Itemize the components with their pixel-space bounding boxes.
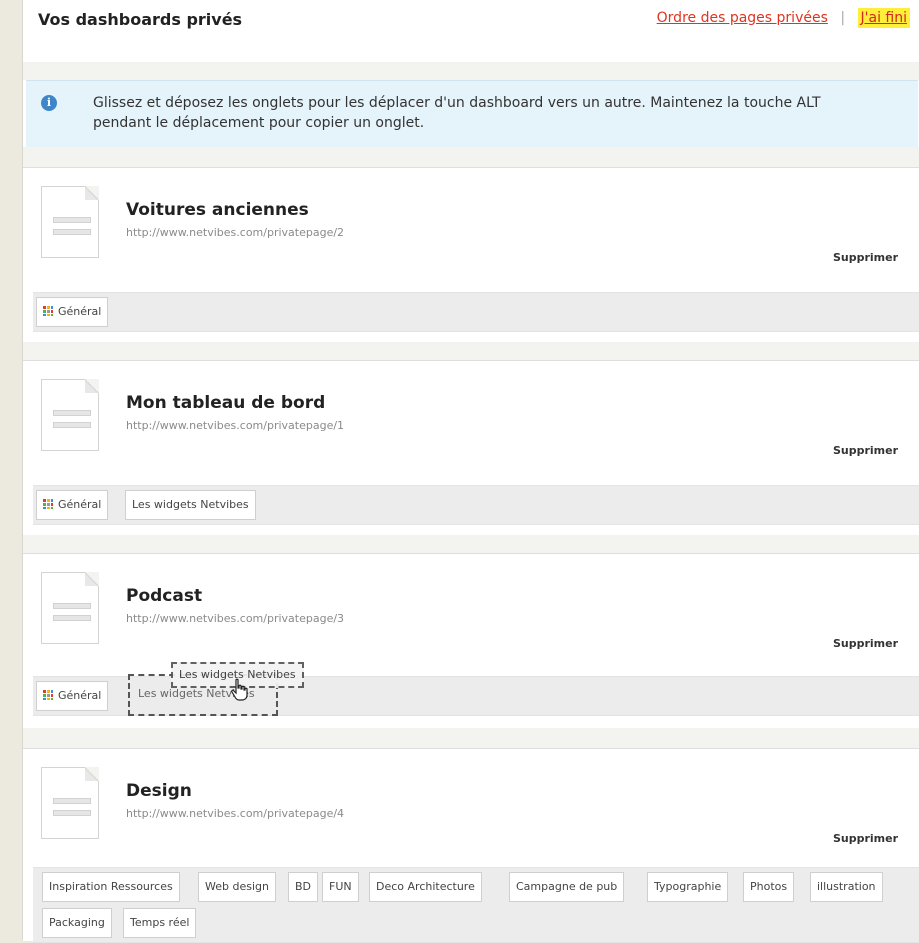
- dashboard-url[interactable]: http://www.netvibes.com/privatepage/1: [126, 419, 344, 432]
- tab-deco-architecture[interactable]: Deco Architecture: [369, 872, 482, 902]
- info-icon: i: [41, 95, 57, 111]
- delete-dashboard-button[interactable]: Supprimer: [833, 444, 898, 457]
- dashboard-title: Podcast: [126, 586, 203, 606]
- dashboard-thumbnail-icon: [41, 379, 99, 451]
- tab-fun[interactable]: FUN: [322, 872, 359, 902]
- dashboard-title: Design: [126, 781, 192, 801]
- grid-icon: [43, 306, 53, 316]
- grid-icon: [43, 690, 53, 700]
- dashboard-mon-tableau-de-bord: Mon tableau de bord http://www.netvibes.…: [23, 360, 919, 536]
- tab-temps-reel[interactable]: Temps réel: [123, 908, 197, 938]
- dashboard-voitures-anciennes: Voitures anciennes http://www.netvibes.c…: [23, 167, 919, 343]
- link-separator: |: [840, 10, 846, 26]
- private-pages-order-link[interactable]: Ordre des pages privées: [657, 10, 828, 26]
- tab-bd[interactable]: BD: [288, 872, 319, 902]
- tab-general[interactable]: Général: [36, 490, 109, 520]
- dashboard-thumbnail-icon: [41, 186, 99, 258]
- tab-web-design[interactable]: Web design: [198, 872, 276, 902]
- tab-photos[interactable]: Photos: [743, 872, 795, 902]
- tab-general[interactable]: Général: [36, 297, 109, 327]
- dashboard-url[interactable]: http://www.netvibes.com/privatepage/3: [126, 612, 344, 625]
- info-text: Glissez et déposez les onglets pour les …: [93, 95, 821, 131]
- divider: [23, 147, 919, 167]
- dashboard-podcast: Podcast http://www.netvibes.com/privatep…: [23, 553, 919, 729]
- dashboard-thumbnail-icon: [41, 767, 99, 839]
- info-box: i Glissez et déposez les onglets pour le…: [26, 80, 918, 148]
- tab-inspiration-ressources[interactable]: Inspiration Ressources: [42, 872, 180, 902]
- dashboard-design: Design http://www.netvibes.com/privatepa…: [23, 748, 919, 943]
- delete-dashboard-button[interactable]: Supprimer: [833, 637, 898, 650]
- page-title: Vos dashboards privés: [38, 10, 243, 29]
- tab-packaging[interactable]: Packaging: [42, 908, 112, 938]
- tab-typographie[interactable]: Typographie: [647, 872, 729, 902]
- dashboard-title: Voitures anciennes: [126, 200, 309, 220]
- header: Vos dashboards privés Ordre des pages pr…: [23, 0, 919, 62]
- hand-cursor-icon: [231, 678, 248, 701]
- divider: [23, 342, 919, 360]
- dashboard-thumbnail-icon: [41, 572, 99, 644]
- dashboard-manager: Vos dashboards privés Ordre des pages pr…: [22, 0, 919, 943]
- tab-illustration[interactable]: illustration: [810, 872, 883, 902]
- tab-les-widgets-netvibes[interactable]: Les widgets Netvibes: [125, 490, 256, 520]
- divider: [23, 535, 919, 553]
- delete-dashboard-button[interactable]: Supprimer: [833, 832, 898, 845]
- divider: [23, 62, 919, 80]
- header-links: Ordre des pages privées | J'ai fini: [657, 8, 910, 28]
- dashboard-url[interactable]: http://www.netvibes.com/privatepage/4: [126, 807, 344, 820]
- divider: [23, 728, 919, 748]
- dashboard-title: Mon tableau de bord: [126, 393, 326, 413]
- done-link[interactable]: J'ai fini: [857, 8, 910, 28]
- tab-bar: Inspiration Ressources Web design BD FUN…: [33, 867, 919, 943]
- tab-general[interactable]: Général: [36, 681, 109, 711]
- tab-bar: Général Les widgets Netvibes: [33, 485, 919, 525]
- grid-icon: [43, 499, 53, 509]
- delete-dashboard-button[interactable]: Supprimer: [833, 251, 898, 264]
- dashboard-url[interactable]: http://www.netvibes.com/privatepage/2: [126, 226, 344, 239]
- tab-campagne-de-pub[interactable]: Campagne de pub: [509, 872, 625, 902]
- tab-bar: Général: [33, 292, 919, 332]
